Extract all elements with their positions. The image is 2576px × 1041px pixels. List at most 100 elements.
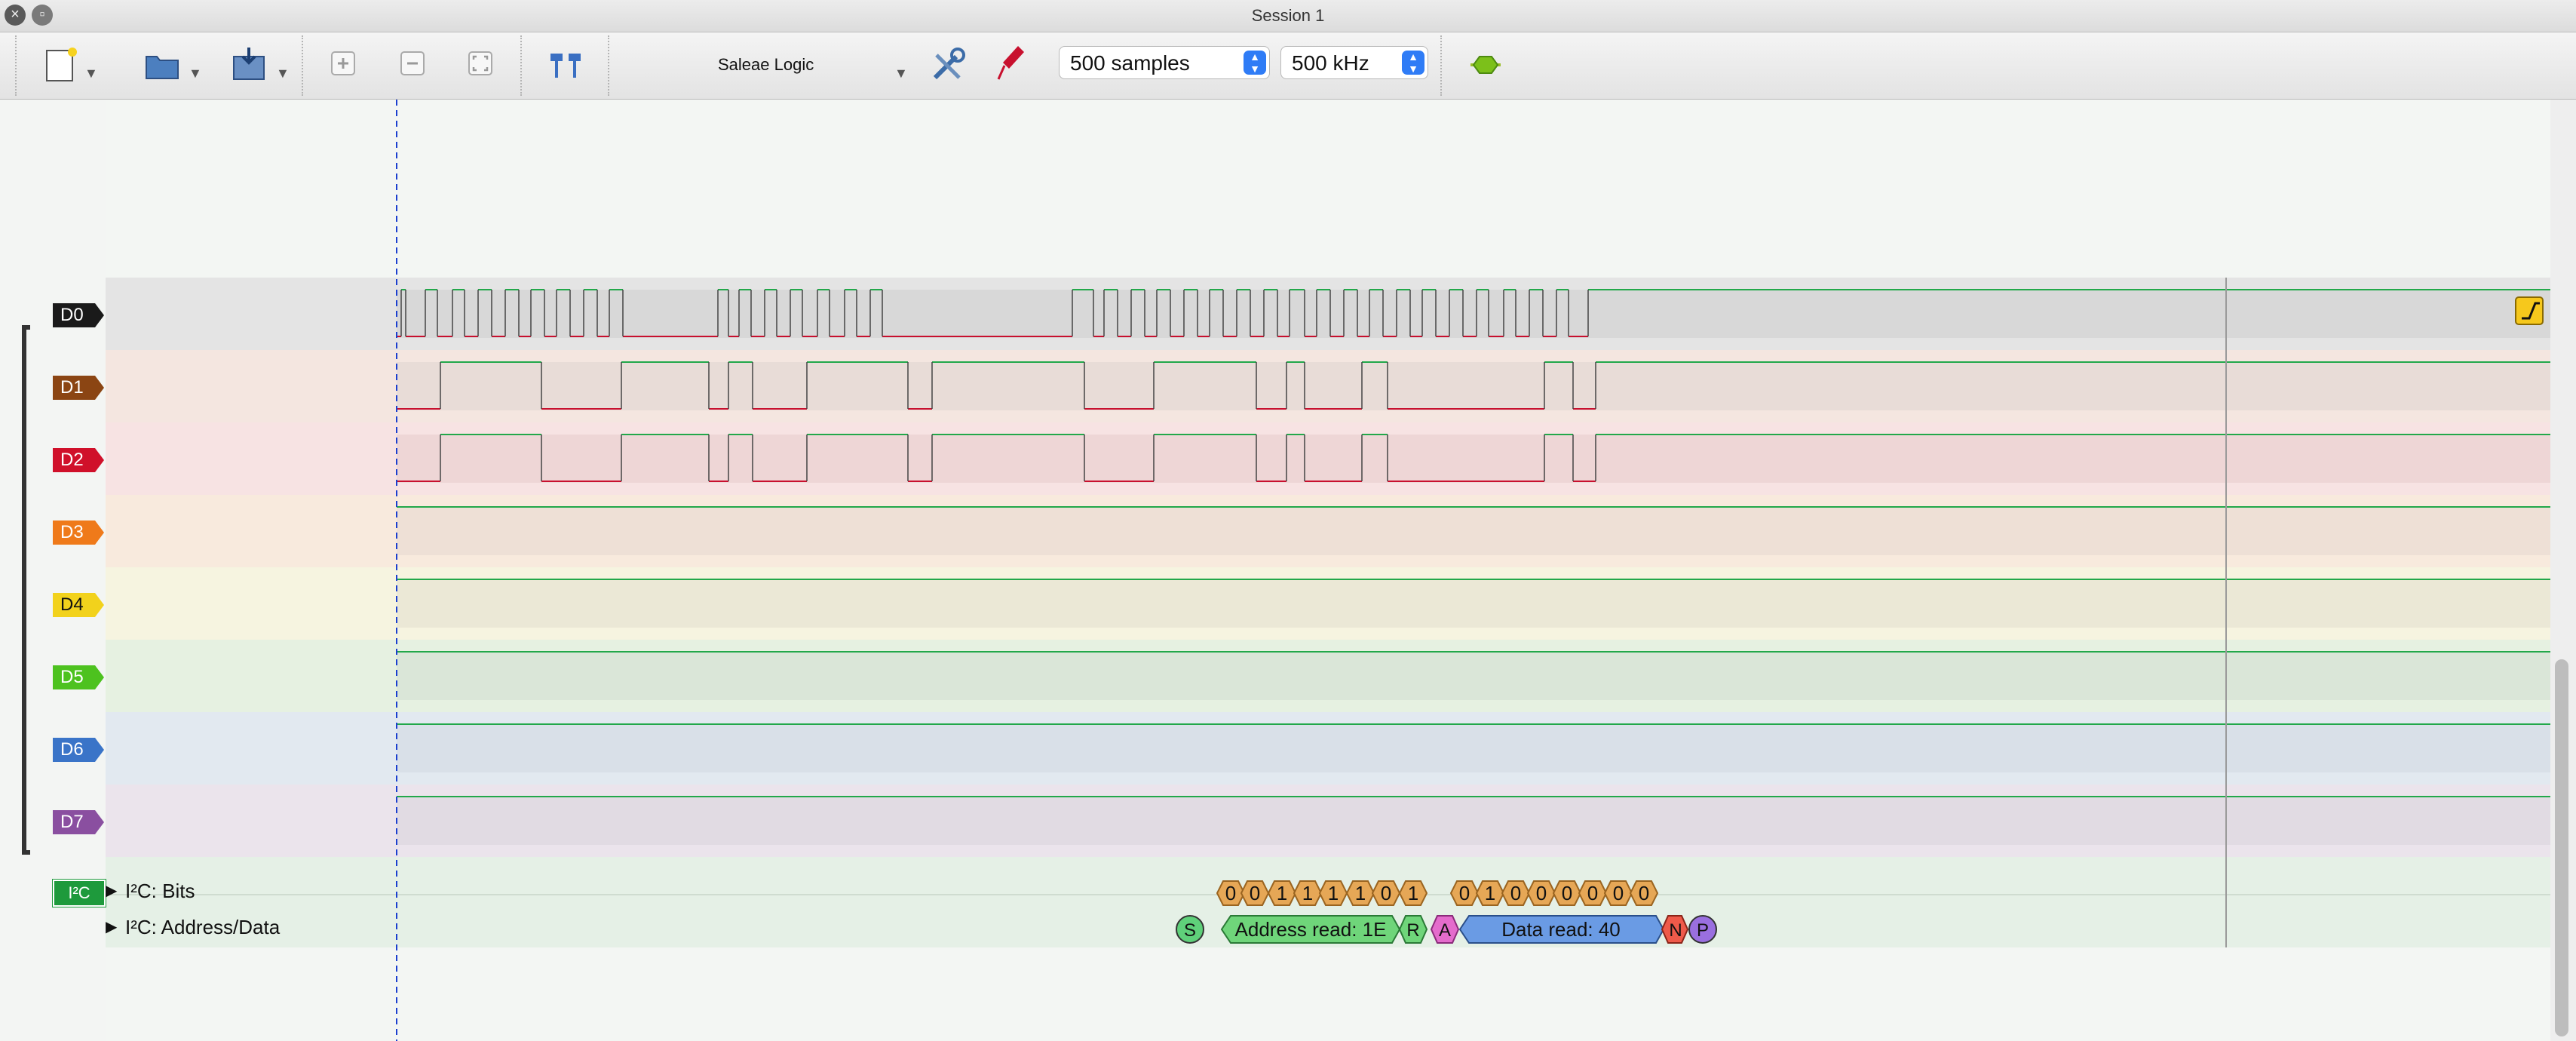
- data-bit[interactable]: 0: [1578, 880, 1608, 906]
- empty-area: [106, 100, 2550, 278]
- bit-value: 0: [1639, 882, 1649, 904]
- save-dropdown-icon[interactable]: ▼: [276, 66, 290, 81]
- signal-band: [397, 724, 2550, 772]
- bit-value: 0: [1587, 882, 1598, 904]
- new-session-button[interactable]: [44, 46, 78, 88]
- address-bit[interactable]: 0: [1371, 880, 1401, 906]
- address-bit[interactable]: 1: [1267, 880, 1297, 906]
- zoom-out-button[interactable]: [400, 51, 427, 81]
- bit-value: 0: [1459, 882, 1470, 904]
- bit-value: 0: [1250, 882, 1260, 904]
- new-session-dropdown-icon[interactable]: ▼: [84, 66, 98, 81]
- start-capture-icon: [1470, 56, 1501, 74]
- channel-tag-d0[interactable]: D0: [53, 303, 106, 327]
- start-capture-button[interactable]: [1469, 52, 1502, 81]
- bit-value: 1: [1485, 882, 1495, 904]
- start-condition[interactable]: S: [1176, 915, 1204, 944]
- samples-select[interactable]: 500 samples ▲ ▼: [1059, 46, 1270, 79]
- zoom-in-icon: [331, 51, 355, 75]
- probe-button[interactable]: [995, 43, 1029, 89]
- zoom-fit-button[interactable]: [468, 51, 495, 81]
- address-bit[interactable]: 0: [1216, 880, 1246, 906]
- samples-value: 500 samples: [1070, 51, 1190, 75]
- bit-value: 1: [1355, 882, 1366, 904]
- analyzer-row-address-data: I²C: Address/Data: [125, 916, 281, 938]
- empty-area: [106, 947, 2550, 1041]
- waveform-area[interactable]: 0 0 1 1 1 1 0 1 0 1 0 0 0 0 0 0S Address read: 1E R A Data …: [106, 100, 2550, 1041]
- open-dropdown-icon[interactable]: ▼: [189, 66, 202, 81]
- stop-condition-label: P: [1697, 920, 1709, 941]
- channel-tag-d4[interactable]: D4: [53, 593, 106, 617]
- analyzer-row-bits: I²C: Bits: [125, 880, 195, 902]
- expand-bits-icon[interactable]: ▶: [106, 881, 117, 900]
- signal-band: [397, 507, 2550, 555]
- bit-value: 0: [1510, 882, 1521, 904]
- data-bit[interactable]: 0: [1449, 880, 1480, 906]
- address-bit[interactable]: 1: [1398, 880, 1428, 906]
- channel-tag-d7[interactable]: D7: [53, 810, 106, 834]
- sample-rate-select[interactable]: 500 kHz ▲ ▼: [1280, 46, 1428, 79]
- nack-bit[interactable]: N: [1661, 915, 1689, 944]
- sample-rate-value: 500 kHz: [1292, 51, 1369, 75]
- zoom-fit-icon: [468, 51, 492, 75]
- data-bit[interactable]: 0: [1603, 880, 1633, 906]
- signal-band: [397, 579, 2550, 628]
- bit-value: 1: [1328, 882, 1339, 904]
- save-button[interactable]: [231, 45, 270, 89]
- probe-pen-icon: [997, 46, 1024, 80]
- window-title: Session 1: [1251, 6, 1325, 25]
- zoom-in-button[interactable]: [330, 51, 357, 81]
- device-dropdown-icon[interactable]: ▼: [894, 66, 908, 81]
- data-frame[interactable]: Data read: 40: [1458, 915, 1665, 944]
- address-bit[interactable]: 0: [1240, 880, 1270, 906]
- ack-bit[interactable]: A: [1430, 915, 1460, 944]
- address-bit[interactable]: 1: [1293, 880, 1323, 906]
- signal-band: [397, 652, 2550, 700]
- channel-group-bracket: [22, 325, 30, 855]
- open-button[interactable]: [143, 46, 181, 88]
- channel-tag-d3[interactable]: D3: [53, 520, 106, 545]
- folder-icon: [146, 56, 179, 79]
- channel-tag-d5[interactable]: D5: [53, 665, 106, 689]
- data-frame-label: Data read: 40: [1501, 918, 1621, 941]
- add-marker-button[interactable]: [546, 49, 588, 86]
- toolbar: ▼ ▼ ▼ Saleae Logic ▼ 500 samples ▲ ▼ 500…: [0, 32, 2576, 100]
- analyzer-tag[interactable]: I²C: [53, 880, 106, 907]
- scrollbar-thumb[interactable]: [2555, 659, 2568, 1036]
- data-bit[interactable]: 1: [1475, 880, 1505, 906]
- bit-value: 0: [1225, 882, 1236, 904]
- rw-label: R: [1406, 920, 1419, 941]
- bit-value: 0: [1381, 882, 1391, 904]
- vertical-scrollbar[interactable]: [2550, 100, 2576, 1041]
- channel-tag-d1[interactable]: D1: [53, 376, 106, 400]
- signal-band: [397, 290, 2550, 338]
- bit-value: 0: [1562, 882, 1572, 904]
- address-frame[interactable]: Address read: 1E: [1220, 915, 1401, 944]
- stepper-icon: ▲ ▼: [1244, 51, 1266, 75]
- title-bar: × ▫ Session 1: [0, 0, 2576, 32]
- nack-label: N: [1669, 920, 1682, 941]
- options-button[interactable]: [929, 46, 967, 88]
- channel-tag-d2[interactable]: D2: [53, 448, 106, 472]
- stop-condition[interactable]: P: [1688, 915, 1717, 944]
- signal-band: [397, 435, 2550, 483]
- data-bit[interactable]: 0: [1552, 880, 1582, 906]
- device-name[interactable]: Saleae Logic: [718, 55, 814, 75]
- address-bit[interactable]: 1: [1345, 880, 1375, 906]
- start-condition-label: S: [1184, 920, 1196, 941]
- address-bit[interactable]: 1: [1318, 880, 1348, 906]
- rw-bit[interactable]: R: [1398, 915, 1428, 944]
- ack-label: A: [1439, 920, 1451, 941]
- bit-value: 0: [1536, 882, 1547, 904]
- address-frame-label: Address read: 1E: [1235, 918, 1387, 941]
- channel-tag-d6[interactable]: D6: [53, 738, 106, 762]
- data-bit[interactable]: 0: [1629, 880, 1659, 906]
- data-bit[interactable]: 0: [1526, 880, 1556, 906]
- bit-value: 0: [1613, 882, 1624, 904]
- data-bit[interactable]: 0: [1501, 880, 1531, 906]
- trigger-rising-edge-button[interactable]: [2515, 296, 2544, 325]
- bit-value: 1: [1277, 882, 1287, 904]
- expand-address-data-icon[interactable]: ▶: [106, 917, 117, 936]
- timing-marker-icon: [550, 54, 581, 78]
- new-document-icon: [46, 48, 77, 81]
